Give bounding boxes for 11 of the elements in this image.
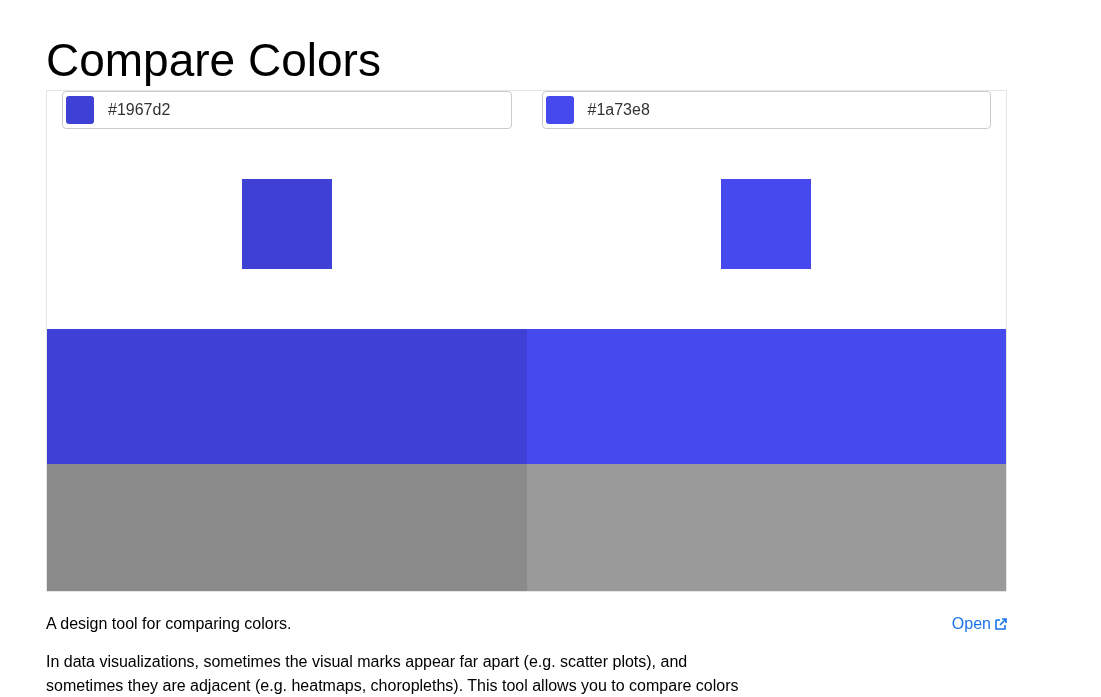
hex-value: #1967d2 bbox=[108, 100, 171, 120]
external-link-icon bbox=[995, 618, 1007, 630]
color-input-field[interactable]: #1967d2 bbox=[62, 91, 512, 129]
color-input-field[interactable]: #1a73e8 bbox=[541, 91, 991, 129]
description: A design tool for comparing colors. bbox=[46, 614, 292, 634]
color-swatch[interactable] bbox=[66, 96, 94, 124]
color-swatch[interactable] bbox=[545, 96, 574, 124]
paragraph: In data visualizations, sometimes the visual marks appear far apart (e.g. scatter plots), and sometimes they are adjacent (e.g. heatmaps, choropleths). This tool allows you to compare colors bbox=[46, 652, 740, 696]
open-link[interactable]: Open bbox=[951, 612, 1007, 636]
page-title: Compare Colors bbox=[46, 33, 382, 88]
hex-value: #1a73e8 bbox=[587, 100, 650, 120]
